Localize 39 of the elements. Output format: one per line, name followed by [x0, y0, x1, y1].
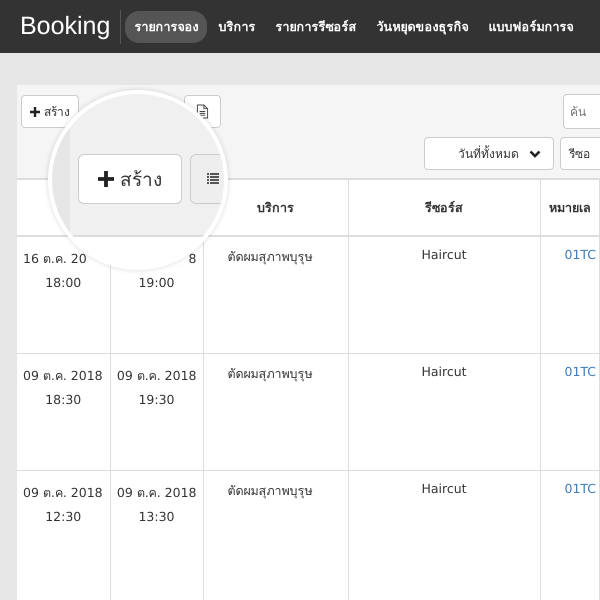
resource-name: Haircut	[421, 364, 467, 379]
plus-icon	[98, 171, 114, 187]
list-icon	[207, 172, 219, 186]
end-date: 8	[188, 250, 196, 268]
chevron-down-icon	[529, 150, 541, 158]
service-name: ตัดผมสุภาพบุรุษ	[228, 483, 312, 498]
plus-icon	[30, 106, 40, 116]
booking-number-link[interactable]: 01TC	[564, 481, 596, 496]
start-date: 16 ต.ค. 20	[23, 250, 88, 268]
resource-filter-dropdown[interactable]: รีซอ	[560, 137, 600, 170]
booking-number-link[interactable]: 01TC	[564, 247, 596, 262]
resource-name: Haircut	[421, 247, 467, 262]
end-time: 19:00	[137, 274, 176, 292]
date-filter-dropdown[interactable]: วันที่ทั้งหมด	[424, 137, 554, 170]
nav-tab[interactable]: วันหยุดของธุรกิจ	[367, 10, 478, 42]
column-header: หมายเล	[548, 200, 591, 214]
nav-tab[interactable]: รายการรีซอร์ส	[266, 10, 366, 42]
nav-tab[interactable]: บริการ	[209, 10, 264, 42]
resource-name: Haircut	[421, 481, 467, 496]
create-button[interactable]: สร้าง	[21, 95, 79, 128]
service-name: ตัดผมสุภาพบุรุษ	[228, 366, 312, 381]
start-date: 09 ต.ค. 2018	[23, 484, 104, 502]
start-time: 18:00	[44, 274, 82, 292]
booking-number-link[interactable]: 01TC	[564, 364, 596, 379]
nav-tab[interactable]: รายการจอง	[125, 10, 208, 42]
app-title: Booking	[20, 12, 110, 41]
start-date: 09 ต.ค. 2018	[23, 367, 104, 385]
start-time: 18:30	[44, 391, 82, 409]
nav-tab[interactable]: แบบฟอร์มการจ	[479, 10, 582, 42]
end-date: 09 ต.ค. 2018	[116, 484, 196, 502]
search-field[interactable]: ค้น	[563, 94, 600, 129]
service-name: ตัดผมสุภาพบุรุษ	[228, 249, 312, 264]
end-date: 09 ต.ค. 2018	[116, 367, 196, 385]
end-time: 19:30	[137, 391, 176, 409]
start-time: 12:30	[44, 508, 82, 526]
column-header: รีซอร์ส	[425, 200, 463, 214]
column-header: บริการ	[257, 200, 294, 214]
end-time: 13:30	[137, 508, 176, 526]
create-button[interactable]: สร้าง	[78, 154, 182, 204]
